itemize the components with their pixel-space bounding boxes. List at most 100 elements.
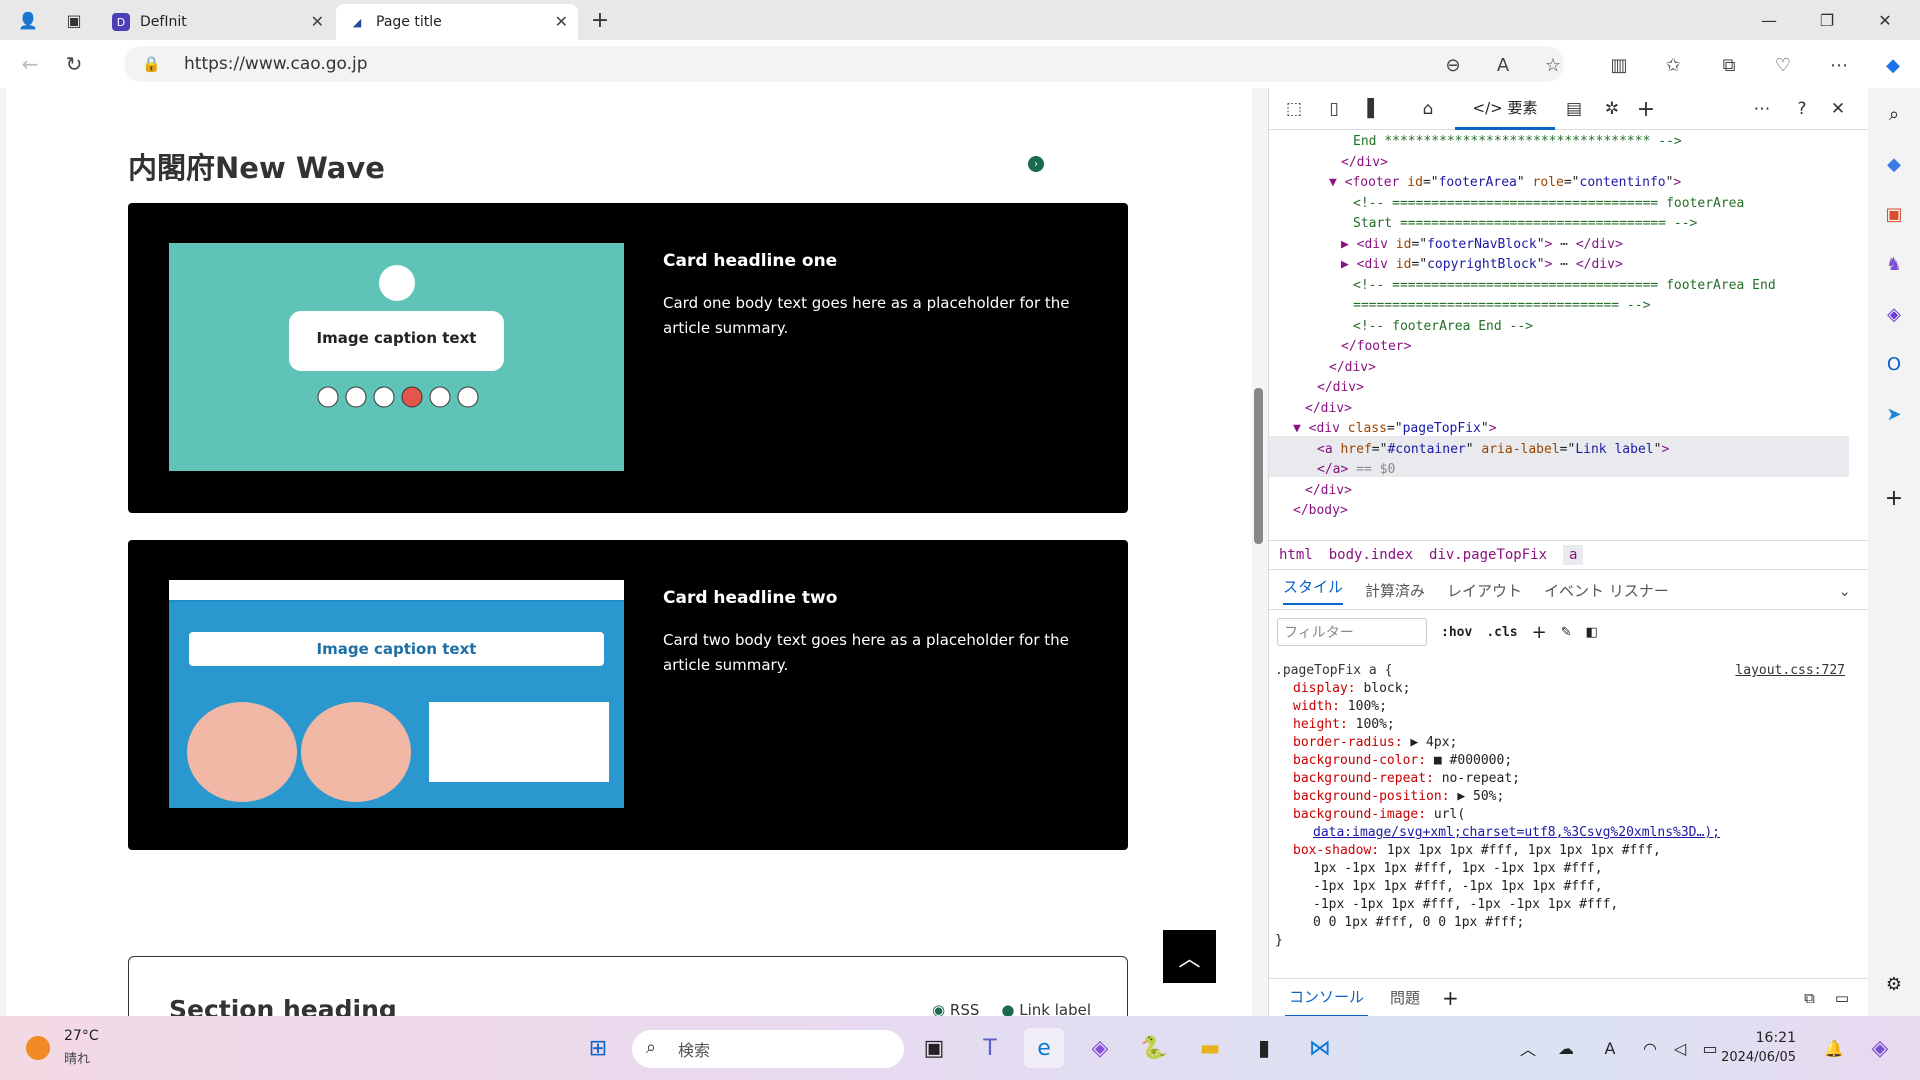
- add-sidebar-icon[interactable]: +: [1882, 486, 1906, 511]
- tab-computed[interactable]: 計算済み: [1365, 580, 1425, 601]
- clock-time[interactable]: 16:21: [1738, 1030, 1796, 1046]
- zoom-icon[interactable]: ⊖: [1440, 52, 1466, 78]
- collections-icon[interactable]: ⧉: [1716, 52, 1742, 78]
- css-property[interactable]: background-color: ■ #000000;: [1269, 752, 1859, 770]
- new-rule-icon[interactable]: +: [1532, 622, 1547, 643]
- teams-icon[interactable]: T: [970, 1028, 1010, 1068]
- profile-icon[interactable]: 👤: [14, 6, 42, 34]
- welcome-home-icon[interactable]: ⌂: [1415, 97, 1441, 121]
- page-scrollbar[interactable]: [1252, 88, 1266, 1016]
- css-property[interactable]: 1px -1px 1px #fff, 1px -1px 1px #fff,: [1269, 860, 1859, 878]
- file-explorer-icon[interactable]: ▬: [1190, 1028, 1230, 1068]
- dom-node-line[interactable]: End ********************************** -…: [1269, 132, 1849, 153]
- tab-console[interactable]: コンソール: [1285, 978, 1369, 1017]
- tab-definit[interactable]: D DefInit ✕: [100, 4, 334, 40]
- split-screen-icon[interactable]: ▥: [1606, 52, 1632, 78]
- notification-bell-icon[interactable]: 🔔: [1814, 1028, 1854, 1068]
- new-tab-icon[interactable]: +: [586, 6, 614, 34]
- copilot-taskbar-icon[interactable]: ◈: [1080, 1028, 1120, 1068]
- css-property[interactable]: display: block;: [1269, 680, 1859, 698]
- css-property[interactable]: background-repeat: no-repeat;: [1269, 770, 1859, 788]
- dom-tree[interactable]: End ********************************** -…: [1269, 132, 1849, 522]
- css-property[interactable]: 0 0 1px #fff, 0 0 1px #fff;: [1269, 914, 1859, 932]
- maximize-icon[interactable]: ❐: [1798, 0, 1856, 40]
- news-card[interactable]: Image caption text Card headline one Car…: [128, 203, 1128, 513]
- back-icon[interactable]: ←: [16, 50, 44, 78]
- chevron-up-icon[interactable]: ︿: [1508, 1028, 1548, 1068]
- chevron-down-icon[interactable]: ⌄: [1838, 582, 1851, 600]
- news-card[interactable]: Image caption text Card headline two Car…: [128, 540, 1128, 850]
- vscode-icon[interactable]: ⋈: [1300, 1028, 1340, 1068]
- bug-icon[interactable]: ✲: [1599, 97, 1625, 121]
- page-top-button[interactable]: ︿: [1163, 930, 1216, 983]
- tab-event-listeners[interactable]: イベント リスナー: [1544, 580, 1669, 601]
- toolbox-icon[interactable]: ▣: [1882, 202, 1906, 226]
- console-icon[interactable]: ▤: [1561, 97, 1587, 121]
- terminal-icon[interactable]: ▮: [1244, 1028, 1284, 1068]
- taskbar-search-input[interactable]: ⌕ 検索: [632, 1030, 904, 1068]
- close-devtools-icon[interactable]: ✕: [1825, 97, 1851, 121]
- add-drawer-tab-icon[interactable]: +: [1442, 986, 1459, 1010]
- more-menu-icon[interactable]: ⋯: [1826, 52, 1852, 78]
- dock-icon[interactable]: ▌: [1361, 97, 1387, 121]
- send-icon[interactable]: ➤: [1882, 402, 1906, 426]
- tag-icon[interactable]: ◆: [1882, 152, 1906, 176]
- more-options-icon[interactable]: ⋯: [1749, 97, 1775, 121]
- dock-drawer-icon[interactable]: ▭: [1835, 989, 1849, 1007]
- dom-node-line[interactable]: </div>: [1269, 399, 1849, 420]
- tab-elements[interactable]: </> 要素: [1455, 88, 1555, 130]
- copilot-sidebar-icon[interactable]: ◈: [1882, 302, 1906, 326]
- styles-filter-input[interactable]: フィルター: [1277, 618, 1427, 646]
- tab-cao[interactable]: ◢ Page title ✕: [336, 4, 578, 40]
- dom-node-line[interactable]: </div>: [1269, 481, 1849, 502]
- python-icon[interactable]: 🐍: [1134, 1028, 1174, 1068]
- weather-temp[interactable]: 27°C: [64, 1028, 99, 1044]
- device-toolbar-icon[interactable]: ▯: [1321, 97, 1347, 121]
- paint-icon[interactable]: ✎: [1561, 625, 1572, 640]
- css-property[interactable]: background-position: ▶ 50%;: [1269, 788, 1859, 806]
- cls-button[interactable]: .cls: [1486, 625, 1517, 640]
- dom-node-line[interactable]: ▶ <div id="copyrightBlock"> ⋯ </div>: [1269, 255, 1849, 276]
- scrollbar-thumb[interactable]: [1254, 388, 1263, 544]
- copilot-icon[interactable]: ◆: [1880, 52, 1906, 78]
- dom-node-line[interactable]: <!-- footerArea End -->: [1269, 317, 1849, 338]
- dom-node-line[interactable]: ================================== -->: [1269, 296, 1849, 317]
- css-property[interactable]: box-shadow: 1px 1px 1px #fff, 1px 1px 1p…: [1269, 842, 1859, 860]
- inspect-icon[interactable]: ⬚: [1281, 97, 1307, 121]
- minimize-icon[interactable]: —: [1740, 0, 1798, 40]
- dom-node-line[interactable]: </div>: [1269, 358, 1849, 379]
- close-tab-icon[interactable]: ✕: [311, 12, 324, 31]
- css-property[interactable]: width: 100%;: [1269, 698, 1859, 716]
- breadcrumb-a[interactable]: a: [1563, 545, 1584, 565]
- css-property[interactable]: border-radius: ▶ 4px;: [1269, 734, 1859, 752]
- css-rule[interactable]: .pageTopFix a { layout.css:727 display: …: [1269, 662, 1859, 962]
- dom-node-line[interactable]: </div>: [1269, 378, 1849, 399]
- task-view-icon[interactable]: ▣: [914, 1028, 954, 1068]
- search-icon[interactable]: ⌕: [1882, 102, 1906, 126]
- undock-icon[interactable]: ⧉: [1804, 989, 1815, 1007]
- browser-essentials-icon[interactable]: ♡: [1770, 52, 1796, 78]
- tab-actions-icon[interactable]: ▣: [60, 6, 88, 34]
- dom-node-line[interactable]: </body>: [1269, 501, 1849, 522]
- tab-issues[interactable]: 問題: [1390, 987, 1420, 1008]
- breadcrumb-body[interactable]: body.index: [1329, 547, 1413, 563]
- help-icon[interactable]: ?: [1789, 97, 1815, 121]
- dom-node-line[interactable]: ▼ <div class="pageTopFix">: [1269, 419, 1849, 440]
- close-window-icon[interactable]: ✕: [1856, 0, 1914, 40]
- dom-node-line[interactable]: Start ==================================…: [1269, 214, 1849, 235]
- rss-link[interactable]: ◉ RSS: [932, 1001, 979, 1016]
- breadcrumb-div[interactable]: div.pageTopFix: [1429, 547, 1547, 563]
- breadcrumb-html[interactable]: html: [1279, 547, 1313, 563]
- css-property[interactable]: data:image/svg+xml;charset=utf8,%3Csvg%2…: [1269, 824, 1859, 842]
- css-property[interactable]: -1px 1px 1px #fff, -1px 1px 1px #fff,: [1269, 878, 1859, 896]
- settings-gear-icon[interactable]: ⚙: [1882, 972, 1906, 996]
- favorites-icon[interactable]: ✩: [1660, 52, 1686, 78]
- css-property[interactable]: height: 100%;: [1269, 716, 1859, 734]
- hov-button[interactable]: :hov: [1441, 625, 1472, 640]
- close-tab-icon[interactable]: ✕: [555, 12, 568, 31]
- dom-node-line[interactable]: ▶ <div id="footerNavBlock"> ⋯ </div>: [1269, 235, 1849, 256]
- read-aloud-icon[interactable]: A: [1490, 52, 1516, 78]
- css-property[interactable]: background-image: url(: [1269, 806, 1859, 824]
- cloud-icon[interactable]: ☁: [1546, 1028, 1586, 1068]
- css-property[interactable]: -1px -1px 1px #fff, -1px -1px 1px #fff,: [1269, 896, 1859, 914]
